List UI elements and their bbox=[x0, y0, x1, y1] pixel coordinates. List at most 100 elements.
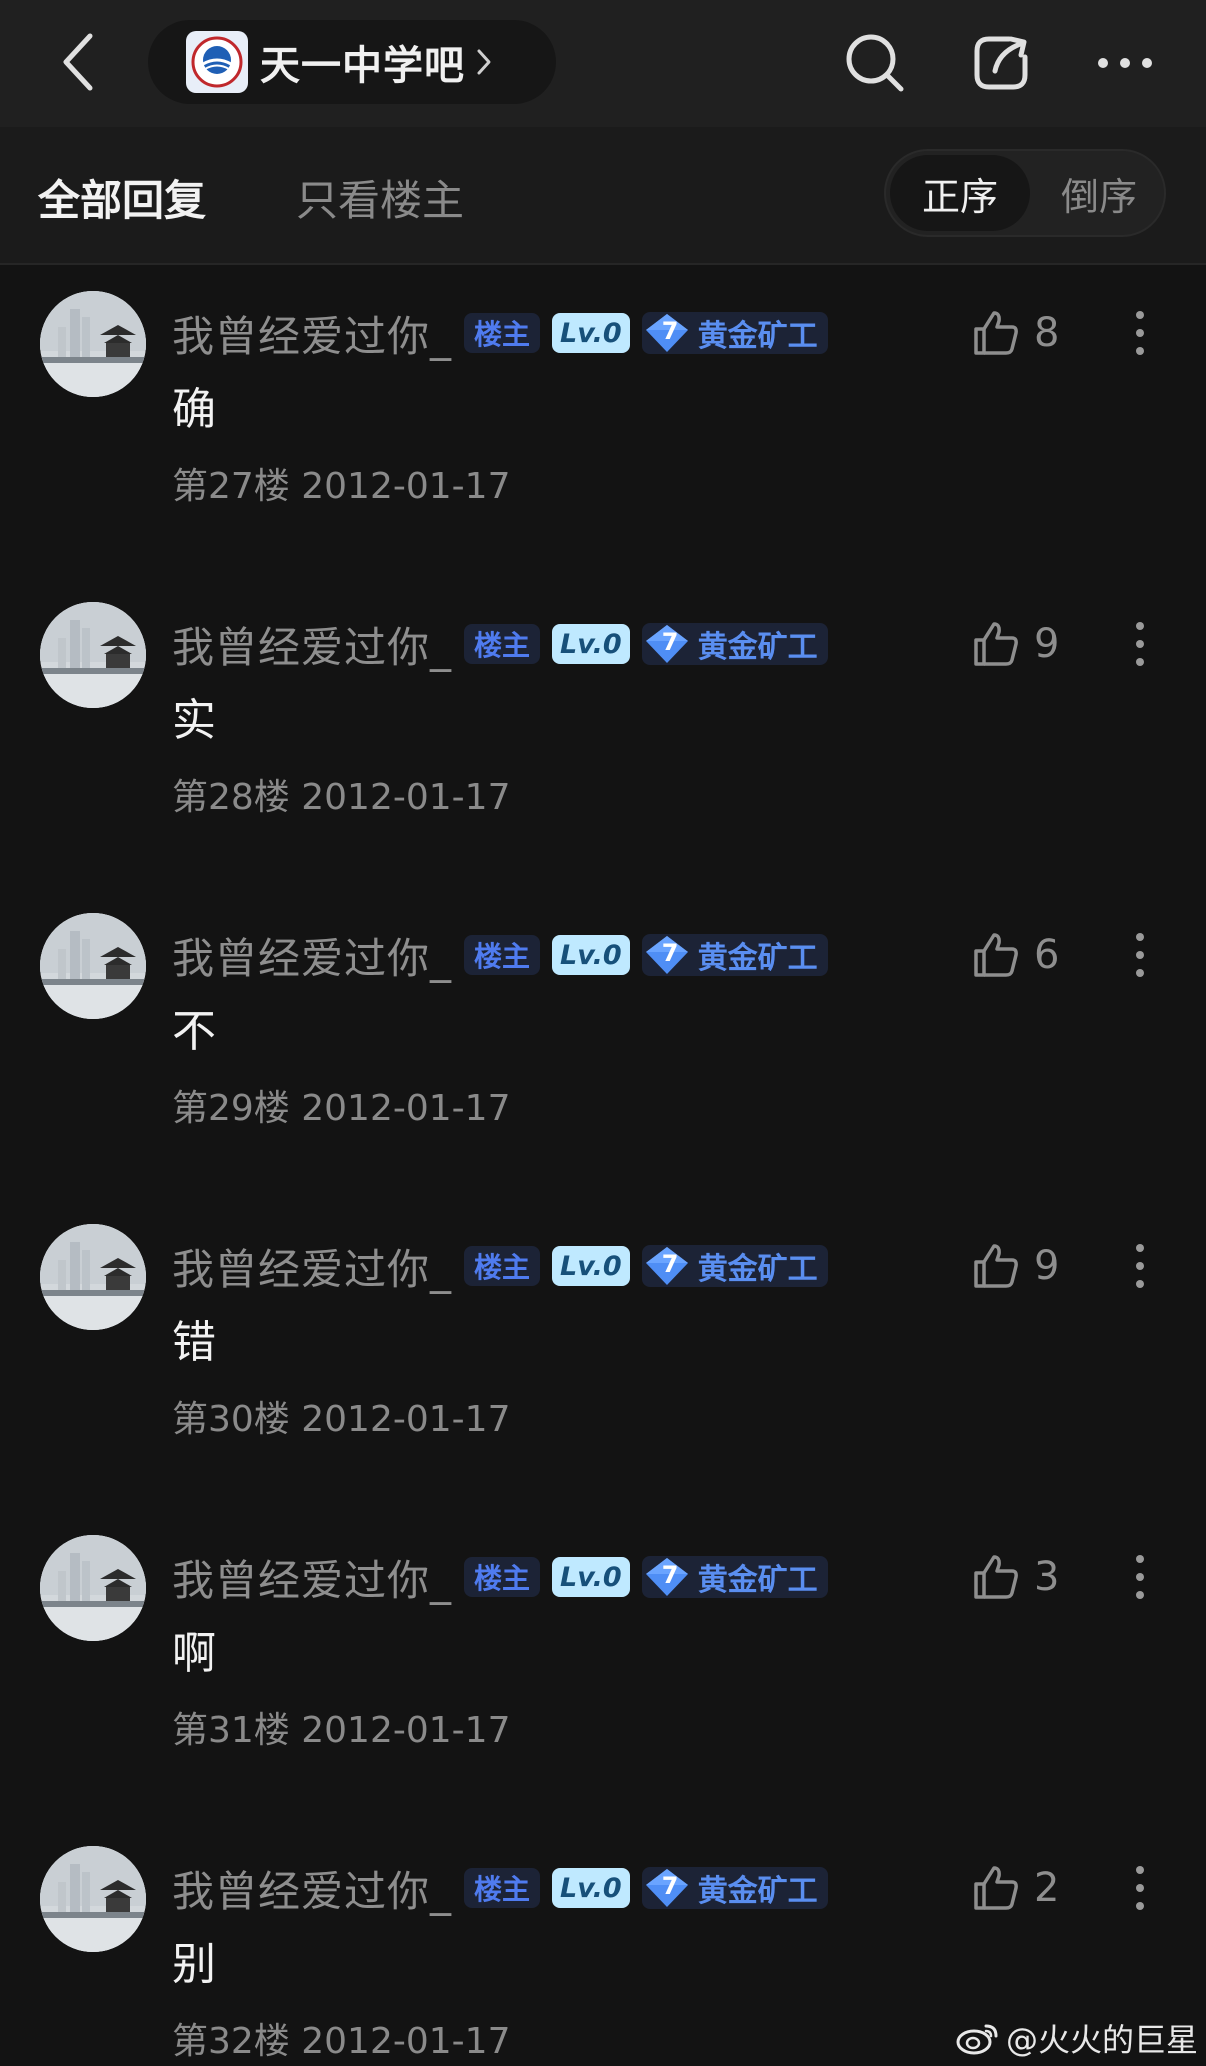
thumbs-up-icon bbox=[974, 311, 1018, 355]
post-meta: 第28楼 2012-01-17 bbox=[172, 777, 511, 818]
post-more-button[interactable] bbox=[1120, 925, 1160, 985]
diamond-icon: 7 bbox=[642, 1867, 692, 1909]
rank-badge: 7 黄金矿工 bbox=[641, 1867, 828, 1909]
diamond-icon: 7 bbox=[642, 312, 692, 354]
post-more-button[interactable] bbox=[1120, 614, 1160, 674]
post-content: 别 bbox=[172, 1939, 216, 1990]
thumbs-up-icon bbox=[974, 1866, 1018, 1910]
post-item: 我曾经爱过你_ 楼主 Lv.0 7 黄金矿工 3 啊 第31楼 2012-01-… bbox=[0, 1521, 1206, 1821]
like-button[interactable]: 2 bbox=[972, 1858, 1059, 1918]
op-badge: 楼主 bbox=[464, 1868, 541, 1908]
more-vertical-icon bbox=[1136, 1555, 1144, 1599]
sort-order-toggle: 正序 倒序 bbox=[884, 149, 1166, 237]
tab-all-replies[interactable]: 全部回复 bbox=[38, 167, 206, 228]
post-header: 我曾经爱过你_ 楼主 Lv.0 7 黄金矿工 bbox=[172, 927, 828, 983]
thread-page: 天一中学吧 全部回复 只看楼主 正序 倒序 我曾经爱过你_ 楼主 Lv.0 7 … bbox=[0, 0, 1206, 2066]
like-count: 6 bbox=[1034, 932, 1060, 978]
post-more-button[interactable] bbox=[1120, 303, 1160, 363]
rank-title: 黄金矿工 bbox=[697, 941, 818, 976]
like-button[interactable]: 6 bbox=[972, 925, 1059, 985]
username[interactable]: 我曾经爱过你_ bbox=[172, 303, 452, 364]
post-more-button[interactable] bbox=[1120, 1236, 1160, 1296]
chevron-right-icon bbox=[475, 47, 493, 77]
post-header: 我曾经爱过你_ 楼主 Lv.0 7 黄金矿工 bbox=[172, 1860, 828, 1916]
post-content: 不 bbox=[172, 1006, 216, 1057]
thumbs-up-icon bbox=[974, 933, 1018, 977]
back-button[interactable] bbox=[48, 22, 108, 102]
rank-number: 7 bbox=[661, 1250, 679, 1278]
diamond-icon: 7 bbox=[642, 934, 692, 976]
op-badge: 楼主 bbox=[464, 1246, 541, 1286]
like-button[interactable]: 8 bbox=[972, 303, 1059, 363]
avatar[interactable] bbox=[40, 291, 146, 397]
more-options-button[interactable] bbox=[1090, 28, 1160, 98]
like-button[interactable]: 9 bbox=[972, 614, 1059, 674]
sort-descending-button[interactable]: 倒序 bbox=[1036, 155, 1162, 231]
post-meta: 第31楼 2012-01-17 bbox=[172, 1710, 511, 1751]
chevron-left-icon bbox=[63, 33, 93, 91]
diamond-icon: 7 bbox=[642, 1556, 692, 1598]
search-button[interactable] bbox=[840, 28, 910, 98]
more-horizontal-icon bbox=[1098, 58, 1152, 68]
share-icon bbox=[974, 36, 1028, 90]
rank-number: 7 bbox=[661, 939, 679, 967]
thumbs-up-icon bbox=[974, 1555, 1018, 1599]
thumbs-up-icon bbox=[974, 1244, 1018, 1288]
post-meta: 第30楼 2012-01-17 bbox=[172, 1399, 511, 1440]
post-content: 错 bbox=[172, 1317, 216, 1368]
avatar[interactable] bbox=[40, 1224, 146, 1330]
post-meta: 第27楼 2012-01-17 bbox=[172, 466, 511, 507]
rank-title: 黄金矿工 bbox=[697, 1563, 818, 1598]
weibo-logo-icon bbox=[956, 2024, 998, 2055]
op-badge: 楼主 bbox=[464, 624, 541, 664]
post-item: 我曾经爱过你_ 楼主 Lv.0 7 黄金矿工 9 bbox=[0, 1210, 1206, 1510]
avatar[interactable] bbox=[40, 913, 146, 1019]
username[interactable]: 我曾经爱过你_ bbox=[172, 1236, 452, 1297]
level-badge: Lv.0 bbox=[552, 1246, 630, 1286]
like-button[interactable]: 3 bbox=[972, 1547, 1059, 1607]
rank-title: 黄金矿工 bbox=[697, 630, 818, 665]
level-badge: Lv.0 bbox=[552, 1868, 630, 1908]
like-count: 9 bbox=[1034, 621, 1060, 667]
rank-number: 7 bbox=[661, 1872, 679, 1900]
post-content: 啊 bbox=[172, 1628, 216, 1679]
thumbs-up-icon bbox=[974, 622, 1018, 666]
rank-badge: 7 黄金矿工 bbox=[641, 934, 828, 976]
rank-badge: 7 黄金矿工 bbox=[641, 1556, 828, 1598]
avatar-image bbox=[40, 1224, 146, 1330]
level-badge: Lv.0 bbox=[552, 624, 630, 664]
post-header: 我曾经爱过你_ 楼主 Lv.0 7 黄金矿工 bbox=[172, 1238, 828, 1294]
like-button[interactable]: 9 bbox=[972, 1236, 1059, 1296]
sort-ascending-button[interactable]: 正序 bbox=[890, 155, 1030, 231]
op-badge: 楼主 bbox=[464, 313, 541, 353]
avatar[interactable] bbox=[40, 1535, 146, 1641]
rank-badge: 7 黄金矿工 bbox=[641, 623, 828, 665]
post-header: 我曾经爱过你_ 楼主 Lv.0 7 黄金矿工 bbox=[172, 616, 828, 672]
username[interactable]: 我曾经爱过你_ bbox=[172, 1547, 452, 1608]
forum-entry-button[interactable]: 天一中学吧 bbox=[148, 20, 556, 104]
avatar-image bbox=[40, 1846, 146, 1952]
rank-badge: 7 黄金矿工 bbox=[641, 1245, 828, 1287]
rank-title: 黄金矿工 bbox=[697, 319, 818, 354]
watermark: @火火的巨星 bbox=[956, 2016, 1198, 2060]
diamond-icon: 7 bbox=[642, 1245, 692, 1287]
post-item: 我曾经爱过你_ 楼主 Lv.0 7 黄金矿工 9 bbox=[0, 588, 1206, 888]
username[interactable]: 我曾经爱过你_ bbox=[172, 1858, 452, 1919]
search-icon bbox=[846, 34, 904, 92]
avatar[interactable] bbox=[40, 1846, 146, 1952]
op-badge: 楼主 bbox=[464, 935, 541, 975]
tab-op-only[interactable]: 只看楼主 bbox=[296, 167, 464, 228]
more-vertical-icon bbox=[1136, 1244, 1144, 1288]
post-more-button[interactable] bbox=[1120, 1547, 1160, 1607]
post-content: 实 bbox=[172, 695, 216, 746]
like-count: 3 bbox=[1034, 1554, 1060, 1600]
rank-title: 黄金矿工 bbox=[697, 1252, 818, 1287]
avatar[interactable] bbox=[40, 602, 146, 708]
more-vertical-icon bbox=[1136, 311, 1144, 355]
post-more-button[interactable] bbox=[1120, 1858, 1160, 1918]
share-button[interactable] bbox=[966, 28, 1036, 98]
username[interactable]: 我曾经爱过你_ bbox=[172, 925, 452, 986]
username[interactable]: 我曾经爱过你_ bbox=[172, 614, 452, 675]
post-header: 我曾经爱过你_ 楼主 Lv.0 7 黄金矿工 bbox=[172, 305, 828, 361]
forum-name: 天一中学吧 bbox=[260, 43, 465, 89]
